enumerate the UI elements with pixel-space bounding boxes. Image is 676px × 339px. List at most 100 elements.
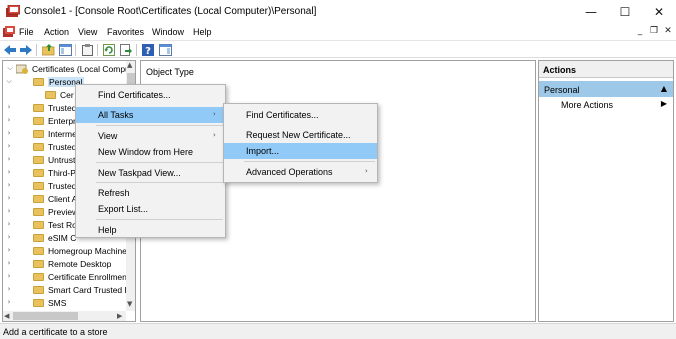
tree-label: Certificates (Local Compu [32,64,130,74]
tree-horizontal-scroll-thumb[interactable] [13,312,78,320]
expand-arrow-icon[interactable]: › [5,220,13,228]
scroll-up-icon[interactable]: ▲ [127,61,132,69]
menu-item[interactable]: Find Certificates... [76,87,225,103]
menu-window[interactable]: Window [152,27,184,37]
console-system-menu-icon[interactable] [3,26,15,38]
back-button[interactable] [3,43,17,57]
menu-item-label: New Window from Here [98,147,194,157]
expand-arrow-icon[interactable]: › [5,129,13,137]
expand-arrow-icon[interactable]: › [5,233,13,241]
toolbar-separator [36,44,37,56]
menu-item[interactable]: New Window from Here [76,144,225,160]
menu-item[interactable]: Export List... [76,201,225,217]
export-list-icon [120,44,132,56]
tree-label: Smart Card Trusted R [48,285,131,295]
expand-arrow-icon[interactable]: › [5,155,13,163]
scroll-down-icon[interactable]: ▼ [127,300,132,308]
menu-help[interactable]: Help [193,27,212,37]
collapse-arrow-icon[interactable]: ⌵ [6,64,14,73]
expand-arrow-icon[interactable]: › [5,207,13,215]
maximize-button[interactable]: ☐ [608,0,642,24]
expand-arrow-icon[interactable]: › [5,181,13,189]
expand-arrow-icon[interactable]: › [5,103,13,111]
menu-item[interactable]: Import... [224,143,377,159]
expand-arrow-icon[interactable]: › [5,142,13,150]
expand-arrow-icon[interactable]: › [5,116,13,124]
child-restore-button[interactable]: ❐ [648,26,660,38]
menu-separator [96,162,223,163]
menu-item[interactable]: Find Certificates... [224,107,377,123]
menu-item[interactable]: Advanced Operations › [224,164,377,180]
tree-label: Untrust [48,155,76,165]
show-hide-tree-icon [58,44,72,56]
tree-label: Interme [48,129,77,139]
menu-item[interactable]: View › [76,128,225,144]
child-minimize-button[interactable]: _ [634,26,646,38]
submenu-arrow-icon[interactable]: ▶ [661,99,667,108]
tree-horizontal-scrollbar[interactable]: ◀ ▶ [3,311,126,321]
help-icon: ? [142,44,154,56]
svg-text:?: ? [145,46,151,56]
scroll-left-icon[interactable]: ◀ [4,312,9,320]
refresh-button[interactable] [102,43,116,57]
close-icon: ✕ [653,5,665,19]
show-hide-console-tree-button[interactable] [58,43,72,57]
menu-separator [96,219,223,220]
menu-item[interactable]: New Taskpad View... [76,165,225,181]
column-header-object-type[interactable]: Object Type [146,67,194,77]
folder-icon [45,91,56,99]
expand-arrow-icon[interactable]: › [5,168,13,176]
expand-arrow-icon[interactable]: › [5,194,13,202]
help-button[interactable]: ? [141,43,155,57]
expand-arrow-icon[interactable]: › [5,246,13,254]
show-hide-action-pane-button[interactable] [158,43,172,57]
export-list-button[interactable] [119,43,133,57]
submenu-arrow-icon: › [213,110,216,118]
window-title: Console1 - [Console Root\Certificates (L… [24,6,317,17]
menu-item[interactable]: All Tasks › [76,107,225,123]
menu-item[interactable]: Request New Certificate... [224,127,377,143]
more-actions-link[interactable]: More Actions [561,100,613,110]
menu-item[interactable]: Help [76,222,225,238]
tree-label: SMS [48,298,67,308]
menu-favorites[interactable]: Favorites [107,27,144,37]
minimize-icon: — [585,5,597,19]
menu-action[interactable]: Action [44,27,69,37]
menu-item[interactable]: Refresh [76,185,225,201]
minimize-button[interactable]: — [574,0,608,24]
tree-label: Enterpr [48,116,76,126]
actions-section-personal[interactable]: Personal ▲ [539,81,673,97]
menu-item-label: Export List... [98,204,149,214]
tree-label: Trusted [48,103,77,113]
status-text: Add a certificate to a store [3,327,108,337]
show-hide-action-pane-icon [158,44,172,56]
tree-label: Trusted [48,181,77,191]
up-one-level-button[interactable] [41,43,55,57]
child-close-button[interactable]: ✕ [662,26,674,38]
menu-item-label: All Tasks [98,110,134,120]
menu-separator [244,161,375,162]
expand-arrow-icon[interactable]: › [5,259,13,267]
menu-separator [96,125,223,126]
scroll-right-icon[interactable]: ▶ [117,312,122,320]
forward-arrow-icon [20,45,32,55]
expand-arrow-icon[interactable]: › [5,285,13,293]
menu-view[interactable]: View [78,27,97,37]
menu-item-label: Import... [246,146,280,156]
certificates-snapin-icon [16,64,28,74]
properties-button[interactable] [80,43,94,57]
expand-arrow-icon[interactable]: › [5,272,13,280]
menu-file[interactable]: File [19,27,34,37]
collapse-up-icon[interactable]: ▲ [661,84,667,93]
tree-label: Third-P [48,168,76,178]
actions-pane-title: Actions [539,61,673,78]
forward-button[interactable] [19,43,33,57]
tree-label: Homegroup Machine [48,246,127,256]
collapse-arrow-icon[interactable]: ⌵ [5,77,13,86]
tree-label: Remote Desktop [48,259,112,269]
toolbar-separator [97,44,98,56]
expand-arrow-icon[interactable]: › [5,298,13,306]
folder-icon [33,156,44,164]
close-button[interactable]: ✕ [642,0,676,24]
actions-pane: Actions Personal ▲ More Actions ▶ [538,60,674,322]
